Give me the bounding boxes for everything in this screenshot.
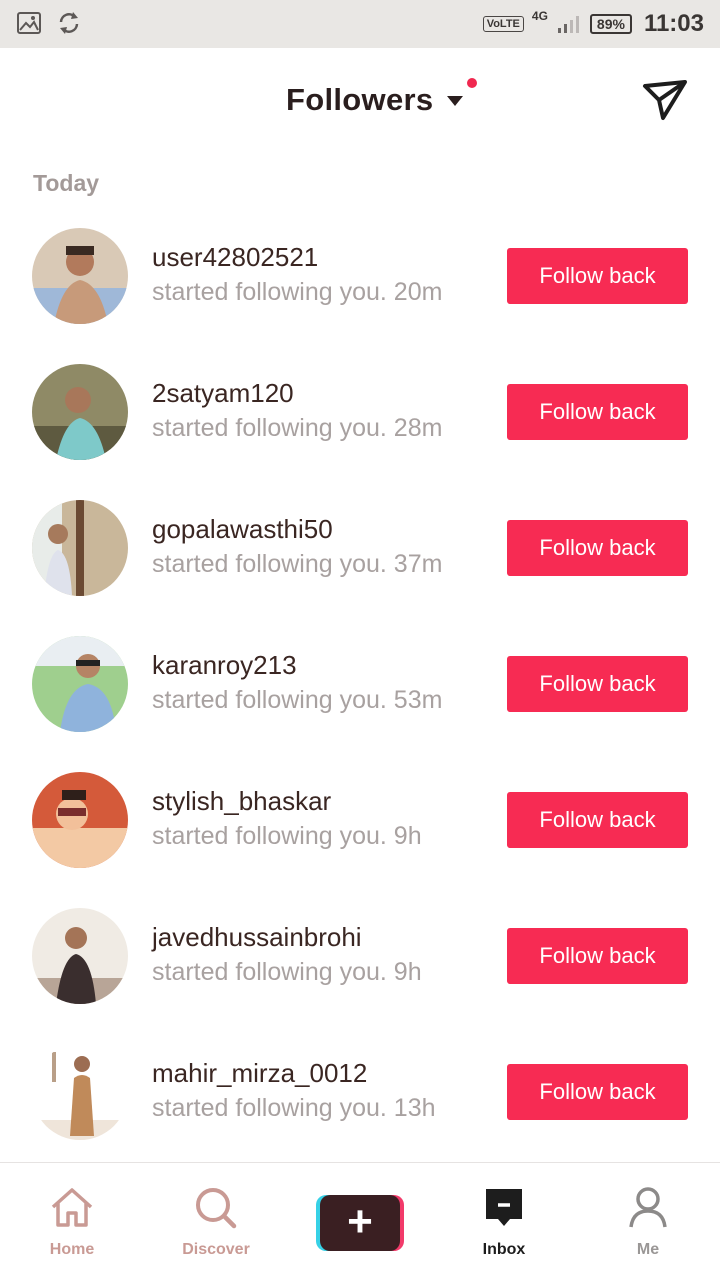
follower-username[interactable]: karanroy213: [152, 650, 297, 681]
page-title: Followers: [286, 82, 434, 117]
avatar[interactable]: [32, 228, 128, 324]
battery-indicator: 89%: [589, 14, 632, 34]
follow-back-button[interactable]: Follow back: [507, 520, 688, 576]
followers-list: user42802521 started following you. 20m …: [0, 208, 720, 1160]
network-type: 4G: [531, 9, 548, 23]
nav-home-label: Home: [49, 1241, 95, 1258]
follow-back-button[interactable]: Follow back: [507, 248, 688, 304]
nav-me-label: Me: [636, 1241, 660, 1258]
follower-activity: started following you. 37m: [152, 550, 443, 578]
follower-username[interactable]: mahir_mirza_0012: [152, 1058, 367, 1089]
followers-dropdown[interactable]: Followers: [286, 78, 477, 118]
avatar[interactable]: [32, 364, 128, 460]
status-bar-right: VoLTE 4G 89% 11:03: [482, 0, 704, 48]
follower-activity: started following you. 20m: [152, 278, 443, 306]
avatar[interactable]: [32, 636, 128, 732]
status-bar: VoLTE 4G 89% 11:03: [0, 0, 720, 48]
bottom-nav: Home Discover + Inbox Me: [0, 1162, 720, 1280]
send-icon[interactable]: [641, 78, 689, 122]
nav-discover-label: Discover: [182, 1241, 250, 1258]
list-item[interactable]: 2satyam120 started following you. 28m Fo…: [0, 344, 720, 480]
nav-home[interactable]: Home: [0, 1183, 144, 1259]
follower-username[interactable]: user42802521: [152, 242, 318, 273]
follow-back-button[interactable]: Follow back: [507, 1064, 688, 1120]
list-item[interactable]: javedhussainbrohi started following you.…: [0, 888, 720, 1024]
follower-username[interactable]: stylish_bhaskar: [152, 786, 331, 817]
follower-activity: started following you. 28m: [152, 414, 443, 442]
notification-dot: [467, 78, 477, 88]
follower-username[interactable]: javedhussainbrohi: [152, 922, 362, 953]
caret-down-icon: [447, 96, 464, 106]
nav-me[interactable]: Me: [576, 1183, 720, 1259]
gallery-icon: [17, 12, 41, 34]
avatar[interactable]: [32, 772, 128, 868]
follower-activity: started following you. 53m: [152, 686, 443, 714]
follower-activity: started following you. 9h: [152, 822, 422, 850]
nav-inbox-label: Inbox: [482, 1241, 526, 1258]
list-item[interactable]: stylish_bhaskar started following you. 9…: [0, 752, 720, 888]
list-item[interactable]: karanroy213 started following you. 53m F…: [0, 616, 720, 752]
follower-username[interactable]: gopalawasthi50: [152, 514, 333, 545]
profile-icon: [629, 1187, 667, 1228]
create-button[interactable]: +: [316, 1195, 404, 1251]
volte-indicator: VoLTE: [482, 16, 524, 32]
search-icon: [196, 1188, 237, 1229]
signal-icon: [557, 16, 579, 33]
list-item[interactable]: mahir_mirza_0012 started following you. …: [0, 1024, 720, 1160]
follow-back-button[interactable]: Follow back: [507, 792, 688, 848]
follower-activity: started following you. 13h: [152, 1094, 436, 1122]
avatar[interactable]: [32, 1044, 128, 1140]
sync-icon: [59, 12, 79, 34]
list-item[interactable]: gopalawasthi50 started following you. 37…: [0, 480, 720, 616]
section-label: Today: [33, 170, 100, 196]
list-item[interactable]: user42802521 started following you. 20m …: [0, 208, 720, 344]
home-icon: [51, 1188, 93, 1227]
clock: 11:03: [643, 10, 704, 37]
inbox-icon: [486, 1189, 522, 1226]
nav-discover[interactable]: Discover: [144, 1183, 288, 1259]
header: Followers: [0, 48, 720, 152]
follow-back-button[interactable]: Follow back: [507, 656, 688, 712]
nav-inbox[interactable]: Inbox: [432, 1183, 576, 1259]
follower-username[interactable]: 2satyam120: [152, 378, 294, 409]
avatar[interactable]: [32, 500, 128, 596]
status-bar-left: [16, 10, 82, 36]
follow-back-button[interactable]: Follow back: [507, 384, 688, 440]
plus-icon: +: [320, 1195, 400, 1251]
follower-activity: started following you. 9h: [152, 958, 422, 986]
follow-back-button[interactable]: Follow back: [507, 928, 688, 984]
avatar[interactable]: [32, 908, 128, 1004]
